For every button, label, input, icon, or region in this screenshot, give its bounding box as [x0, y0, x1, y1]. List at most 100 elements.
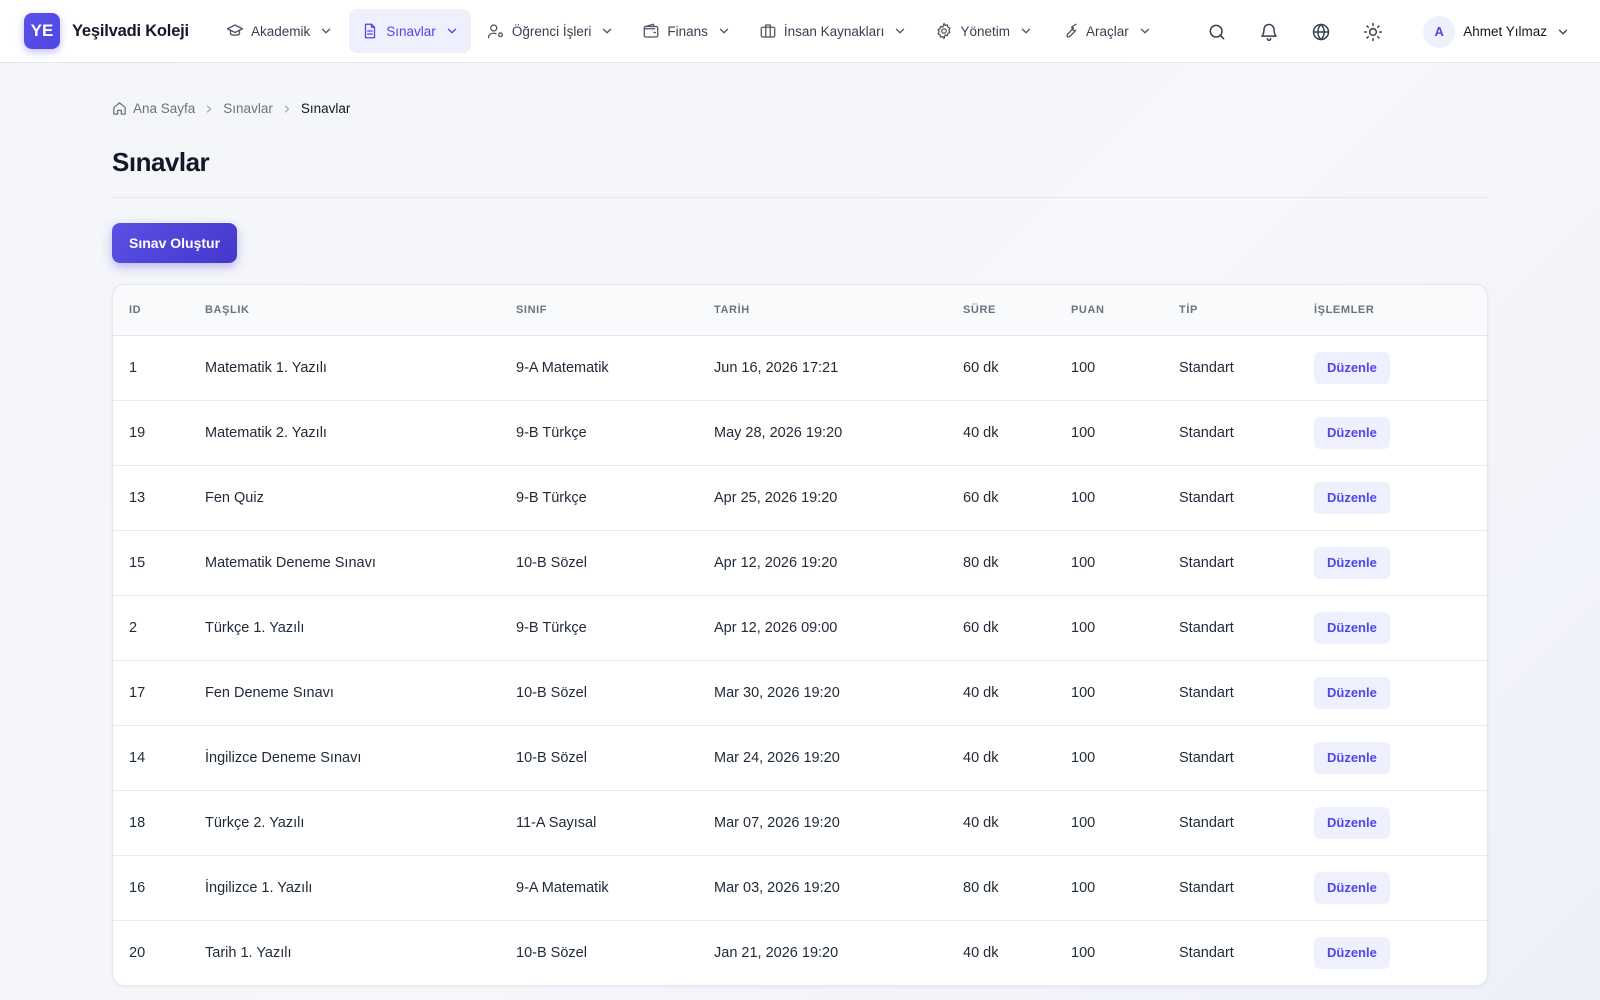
gear-icon: [935, 22, 953, 40]
cell-score: 100: [1055, 464, 1163, 530]
cell-date: Apr 25, 2026 19:20: [698, 464, 947, 530]
cell-class: 9-B Türkçe: [500, 594, 698, 660]
nav-item-5[interactable]: İnsan Kaynakları: [747, 9, 920, 53]
edit-button[interactable]: Düzenle: [1314, 936, 1390, 969]
cell-class: 10-B Sözel: [500, 659, 698, 725]
nav-item-6[interactable]: Yönetim: [923, 9, 1045, 53]
cell-actions: Düzenle: [1298, 529, 1487, 595]
search-button[interactable]: [1197, 12, 1237, 52]
column-header: SÜRE: [947, 285, 1055, 336]
user-cog-icon: [487, 22, 505, 40]
cell-id: 17: [113, 659, 189, 725]
table-row: 20 Tarih 1. Yazılı 10-B Sözel Jan 21, 2026 …: [113, 919, 1487, 985]
cell-class: 11-A Sayısal: [500, 789, 698, 855]
cell-class: 10-B Sözel: [500, 529, 698, 595]
cell-class: 10-B Sözel: [500, 919, 698, 985]
table-row: 1 Matematik 1. Yazılı 9-A Matematik Jun 16,…: [113, 335, 1487, 400]
cell-actions: Düzenle: [1298, 854, 1487, 920]
cell-duration: 40 dk: [947, 789, 1055, 855]
cell-type: Standart: [1163, 464, 1298, 530]
avatar: A: [1423, 15, 1456, 48]
edit-button[interactable]: Düzenle: [1314, 481, 1390, 514]
breadcrumb: Ana Sayfa Sınavlar Sınavlar: [112, 101, 350, 116]
cell-date: Mar 07, 2026 19:20: [698, 789, 947, 855]
brand-logo: YE: [24, 13, 60, 49]
column-header: İŞLEMLER: [1298, 285, 1487, 336]
cell-id: 2: [113, 594, 189, 660]
cell-date: May 28, 2026 19:20: [698, 399, 947, 465]
nav-item-7[interactable]: Araçlar: [1049, 9, 1164, 53]
briefcase-icon: [759, 22, 777, 40]
cell-type: Standart: [1179, 359, 1234, 376]
cell-date: Apr 12, 2026 09:00: [698, 594, 947, 660]
edit-button[interactable]: Düzenle: [1314, 676, 1390, 709]
chevron-down-icon: [445, 24, 459, 38]
theme-toggle-button[interactable]: [1353, 12, 1393, 52]
exams-table-card: ID BAŞLIK SINIF TARİH SÜRE PUAN TİP İŞLEMLER 1 M…: [112, 284, 1488, 986]
edit-button[interactable]: Düzenle: [1314, 871, 1390, 904]
brand[interactable]: YE Yeşilvadi Koleji: [24, 13, 214, 49]
cell-title: İngilizce 1. Yazılı: [189, 854, 500, 920]
column-header: PUAN: [1055, 285, 1163, 336]
cell-score: 100: [1071, 359, 1096, 376]
table-row: 18 Türkçe 2. Yazılı 11-A Sayısal Mar 07, 20…: [113, 789, 1487, 855]
nav-item-4[interactable]: Finans: [630, 9, 743, 53]
cell-type: Standart: [1163, 919, 1298, 985]
cell-title: Türkçe 2. Yazılı: [189, 789, 500, 855]
header-tools: A Ahmet Yılmaz: [1185, 0, 1570, 63]
create-exam-button[interactable]: Sınav Oluştur: [112, 223, 238, 263]
cell-id: 18: [113, 789, 189, 855]
chevron-down-icon: [600, 24, 614, 38]
edit-button[interactable]: Düzenle: [1314, 546, 1390, 579]
chevron-down-icon: [717, 24, 731, 38]
cell-date: Jan 21, 2026 19:20: [698, 919, 947, 985]
cell-type: Standart: [1163, 789, 1298, 855]
edit-button[interactable]: Düzenle: [1314, 611, 1390, 644]
column-header: ID: [113, 285, 189, 336]
edit-button[interactable]: Düzenle: [1314, 806, 1390, 839]
edit-button[interactable]: Düzenle: [1314, 351, 1390, 384]
globe-icon: [1312, 22, 1330, 41]
cell-type: Standart: [1163, 724, 1298, 790]
cell-score: 100: [1055, 399, 1163, 465]
exams-table: ID BAŞLIK SINIF TARİH SÜRE PUAN TİP İŞLEMLER 1 M…: [113, 285, 1487, 985]
cell-class: 9-B Türkçe: [500, 399, 698, 465]
cell-id: 20: [113, 919, 189, 985]
edit-button[interactable]: Düzenle: [1314, 416, 1390, 449]
breadcrumb-home-link[interactable]: Ana Sayfa: [133, 101, 195, 116]
cell-actions: Düzenle: [1298, 594, 1487, 660]
cell-id: 15: [113, 529, 189, 595]
cell-duration: 80 dk: [947, 854, 1055, 920]
nav-item-1[interactable]: Akademik: [214, 9, 345, 53]
wrench-icon: [1061, 22, 1079, 40]
graduation-cap-icon: [226, 22, 244, 40]
main-nav: Akademik Sınavlar Öğrenci İşleri Finans İnsa…: [214, 0, 1168, 63]
cell-title: Fen Quiz: [189, 464, 500, 530]
nav-item-label: Öğrenci İşleri: [511, 23, 592, 39]
column-header: BAŞLIK: [189, 285, 500, 336]
cell-actions: Düzenle: [1298, 919, 1487, 985]
cell-date: Mar 30, 2026 19:20: [698, 659, 947, 725]
cell-class: 10-B Sözel: [500, 724, 698, 790]
cell-title: Matematik 2. Yazılı: [189, 399, 500, 465]
notifications-button[interactable]: [1249, 12, 1289, 52]
wallet-icon: [642, 22, 660, 40]
nav-item-label: Finans: [667, 23, 708, 39]
language-button[interactable]: [1301, 12, 1341, 52]
nav-item-2[interactable]: Sınavlar: [349, 9, 471, 53]
breadcrumb-parent-link[interactable]: Sınavlar: [223, 101, 273, 116]
edit-button[interactable]: Düzenle: [1314, 741, 1390, 774]
cell-duration: 40 dk: [947, 724, 1055, 790]
table-row: 19 Matematik 2. Yazılı 9-B Türkçe May 28, 2…: [113, 399, 1487, 465]
cell-title: Fen Deneme Sınavı: [189, 659, 500, 725]
user-menu[interactable]: A Ahmet Yılmaz: [1423, 15, 1570, 48]
cell-type: Standart: [1163, 529, 1298, 595]
cell-duration: 60 dk: [947, 594, 1055, 660]
cell-score: 100: [1055, 594, 1163, 660]
cell-duration: 60 dk: [947, 464, 1055, 530]
cell-type: Standart: [1163, 854, 1298, 920]
cell-actions: Düzenle: [1298, 789, 1487, 855]
chevron-down-icon: [319, 24, 333, 38]
nav-item-3[interactable]: Öğrenci İşleri: [475, 9, 627, 53]
cell-score: 100: [1055, 659, 1163, 725]
